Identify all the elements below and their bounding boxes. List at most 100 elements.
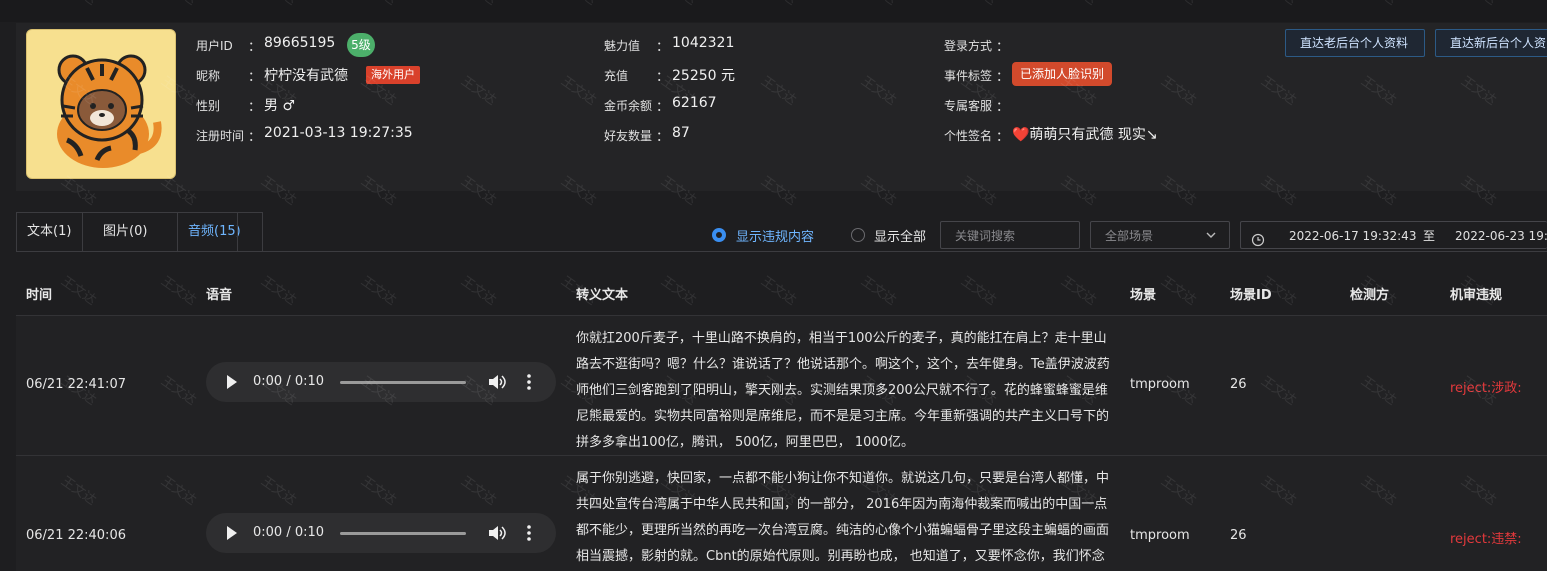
tab-images[interactable]: 图片(0) (83, 213, 178, 251)
charm-label: 魅力值 (604, 39, 641, 53)
row-scene: tmproom (1130, 377, 1190, 392)
colon: ： (656, 70, 670, 85)
chevron-down-icon (1205, 222, 1217, 260)
audio-progress-track[interactable] (340, 381, 466, 384)
friends-label: 好友数量 (604, 129, 653, 143)
header-detector: 检测方 (1350, 288, 1390, 303)
audio-player[interactable]: 0:00 / 0:10 (206, 513, 556, 553)
date-end[interactable]: 2022-06-23 19:32 (1455, 222, 1547, 250)
signature-value: ❤️萌萌只有武德 现实↘ (1012, 127, 1158, 143)
charm-value: 1042321 (672, 35, 735, 51)
header-audio: 语音 (206, 288, 233, 303)
watermark-text: 王文达 (658, 273, 699, 309)
avatar-image (57, 54, 162, 168)
content-tabs: 文本(1) 图片(0) 音频(15) (16, 212, 263, 251)
watermark-text: 王文达 (958, 273, 999, 309)
date-range-picker[interactable]: 2022-06-17 19:32:43 至 2022-06-23 19:32 (1240, 221, 1547, 249)
recharge-value: 25250 元 (672, 68, 735, 84)
more-options-icon[interactable] (527, 525, 531, 545)
row-scene-id: 26 (1230, 377, 1247, 392)
watermark-text: 王文达 (1158, 273, 1199, 309)
gender-value: 男 ♂ (264, 98, 296, 114)
header-violation: 机审违规 (1450, 288, 1503, 303)
date-start[interactable]: 2022-06-17 19:32:43 (1289, 222, 1416, 250)
event-label: 事件标签 (944, 69, 993, 83)
colon: ： (656, 100, 670, 115)
recharge-label: 充值 (604, 69, 629, 83)
play-icon[interactable] (226, 375, 238, 393)
play-icon[interactable] (226, 526, 238, 544)
colon: ： (996, 100, 1010, 115)
login-label: 登录方式 (944, 39, 993, 53)
colon: ： (656, 40, 670, 55)
row-scene-id: 26 (1230, 528, 1247, 543)
row-time: 06/21 22:41:07 (26, 377, 126, 392)
header-scene: 场景 (1130, 288, 1157, 303)
row-transcript: 你就扛200斤麦子，十里山路不换肩的，相当于100公斤的麦子，真的能扛在肩上？走… (576, 331, 1110, 450)
scene-select[interactable]: 全部场景 (1090, 221, 1230, 249)
header-transcript: 转义文本 (576, 288, 629, 303)
show-violations-radio[interactable] (712, 228, 726, 242)
coins-label: 金币余额 (604, 99, 653, 113)
old-admin-profile-button[interactable]: 直达老后台个人资料 (1285, 29, 1425, 57)
show-violations-label[interactable]: 显示违规内容 (736, 226, 814, 245)
nickname-label: 昵称 (196, 69, 221, 83)
watermark-text: 王文达 (758, 273, 799, 309)
row-transcript: 属于你别逃避，快回家，一点都不能小狗让你不知道你。就说这几句，只要是台湾人都懂，… (576, 471, 1110, 564)
event-tag: 已添加人脸识别 (1012, 62, 1113, 86)
header-scene-id: 场景ID (1230, 288, 1272, 303)
volume-icon[interactable] (488, 525, 506, 545)
row-scene: tmproom (1130, 528, 1190, 543)
overseas-tag: 海外用户 (366, 66, 420, 84)
audio-progress-track[interactable] (340, 532, 466, 535)
watermark-text: 王文达 (358, 273, 399, 309)
nickname-value: 柠柠没有武德 (264, 68, 348, 84)
user-id-value: 89665195 (264, 35, 336, 51)
register-label: 注册时间 (196, 129, 245, 143)
volume-icon[interactable] (488, 374, 506, 394)
new-admin-profile-button[interactable]: 直达新后台个人资 (1435, 29, 1547, 57)
top-strip (0, 0, 1547, 22)
row-time: 06/21 22:40:06 (26, 528, 126, 543)
avatar (26, 29, 176, 179)
audio-time: 0:00 / 0:10 (253, 374, 325, 389)
more-options-icon[interactable] (527, 374, 531, 394)
level-badge: 5级 (347, 33, 375, 57)
gender-label: 性别 (196, 99, 221, 113)
watermark-text: 王文达 (458, 273, 499, 309)
watermark-text: 王文达 (158, 273, 199, 309)
register-time-value: 2021-03-13 19:27:35 (264, 125, 413, 141)
tab-text[interactable]: 文本(1) (17, 213, 83, 251)
show-all-radio[interactable] (851, 228, 865, 242)
colon: ： (248, 100, 262, 115)
show-all-label[interactable]: 显示全部 (874, 226, 926, 245)
colon: ： (248, 130, 262, 145)
audio-player[interactable]: 0:00 / 0:10 (206, 362, 556, 402)
friends-value: 87 (672, 125, 690, 141)
audio-time: 0:00 / 0:10 (253, 525, 325, 540)
row-violation: reject:涉政: (1450, 381, 1522, 396)
colon: ： (996, 130, 1010, 145)
colon: ： (248, 70, 262, 85)
service-label: 专属客服 (944, 99, 993, 113)
tab-audio[interactable]: 音频(15) (178, 213, 262, 251)
signature-label: 个性签名 (944, 129, 993, 143)
keyword-search-input[interactable]: 关键词搜索 (940, 221, 1080, 249)
date-separator: 至 (1423, 229, 1436, 243)
watermark-text: 王文达 (858, 273, 899, 309)
scene-select-value: 全部场景 (1105, 229, 1154, 243)
clock-icon (1251, 229, 1265, 257)
header-time: 时间 (26, 288, 53, 303)
watermark-text: 王文达 (258, 273, 299, 309)
watermark-text: 王文达 (58, 273, 99, 309)
colon: ： (656, 130, 670, 145)
user-id-label: 用户ID (196, 39, 233, 53)
tab-divider (237, 212, 238, 251)
colon: ： (996, 70, 1010, 85)
tab-underline (16, 251, 1547, 252)
watermark-text: 王文达 (1058, 273, 1099, 309)
coins-value: 62167 (672, 95, 717, 111)
colon: ： (248, 40, 262, 55)
row-violation: reject:违禁: (1450, 532, 1522, 547)
colon: ： (996, 40, 1010, 55)
